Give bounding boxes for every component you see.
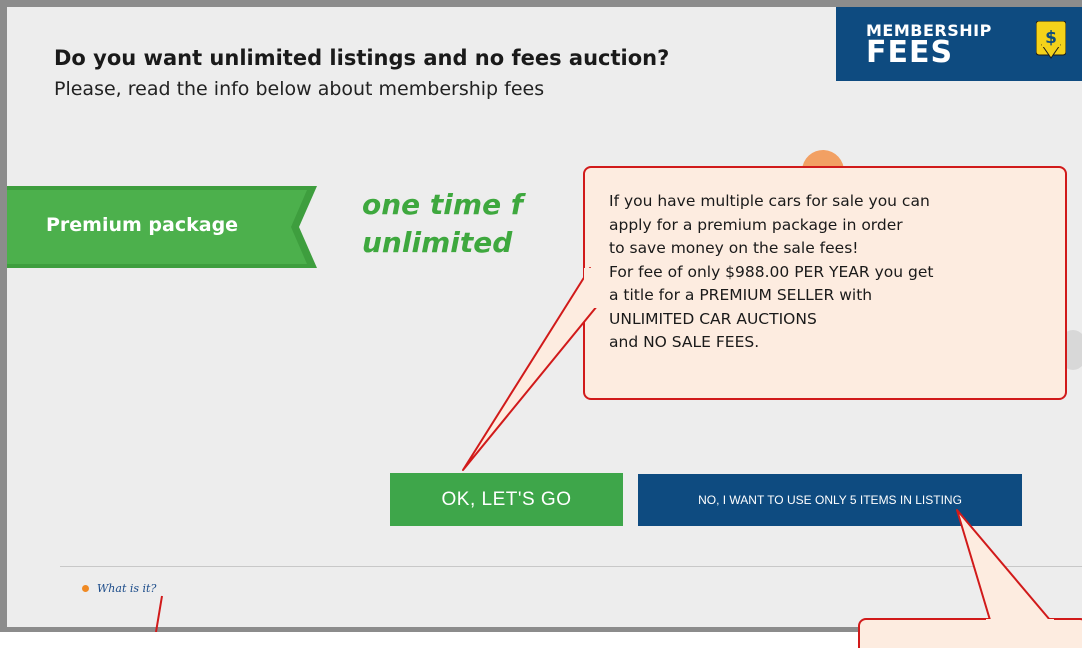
use-only-5-items-button[interactable]: NO, I WANT TO USE ONLY 5 ITEMS IN LISTIN… bbox=[638, 474, 1022, 526]
premium-package-label: Premium package bbox=[46, 214, 239, 236]
footer-divider bbox=[60, 566, 1082, 567]
page-title: Do you want unlimited listings and no fe… bbox=[54, 46, 670, 70]
callout-line: to save money on the sale fees! bbox=[609, 239, 859, 257]
what-is-it-link[interactable]: What is it? bbox=[82, 582, 156, 595]
bottom-callout-box bbox=[858, 618, 1082, 648]
dollar-download-icon: $ bbox=[1036, 21, 1066, 59]
badge-line-fees: FEES bbox=[866, 35, 954, 70]
what-is-it-text: What is it? bbox=[97, 582, 157, 595]
callout-line: If you have multiple cars for sale you c… bbox=[609, 192, 930, 210]
membership-fees-badge: MEMBERSHIP FEES $ bbox=[836, 7, 1082, 81]
callout-line: For fee of only $988.00 PER YEAR you get bbox=[609, 262, 934, 281]
callout-line: apply for a premium package in order bbox=[609, 215, 903, 234]
premium-info-callout: If you have multiple cars for sale you c… bbox=[583, 166, 1067, 400]
callout-line: and NO SALE FEES. bbox=[609, 333, 760, 351]
callout-line: UNLIMITED CAR AUCTIONS bbox=[609, 309, 817, 328]
ok-lets-go-button[interactable]: OK, LET'S GO bbox=[390, 473, 623, 526]
page-subtitle: Please, read the info below about member… bbox=[54, 78, 545, 100]
headline-line-2: unlimited bbox=[362, 226, 513, 259]
package-headline: one time f unlimited bbox=[362, 186, 523, 262]
bullet-dot-icon bbox=[82, 585, 89, 592]
dollar-glyph: $ bbox=[1045, 28, 1057, 48]
headline-line-1: one time f bbox=[362, 188, 523, 221]
callout-line: a title for a PREMIUM SELLER with bbox=[609, 286, 873, 304]
